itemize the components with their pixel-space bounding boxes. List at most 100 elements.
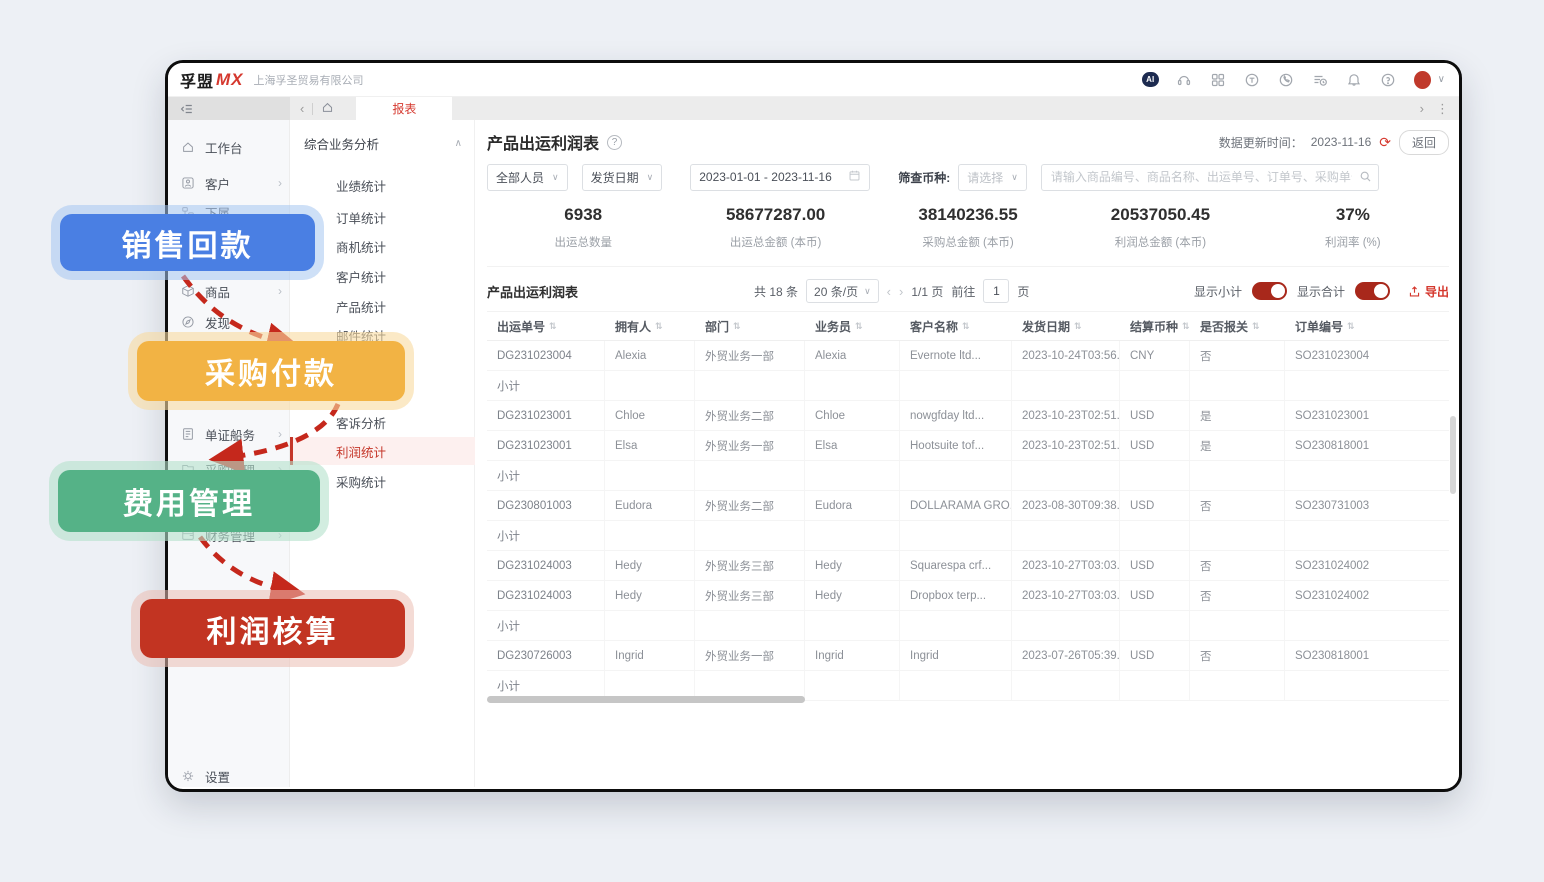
table-row: DG230801003Eudora外贸业务二部EudoraDOLLARAMA G… bbox=[487, 491, 1449, 521]
cell: 否 bbox=[1190, 581, 1285, 610]
horizontal-scrollbar[interactable] bbox=[487, 696, 805, 703]
subtotal-row: 小计 bbox=[487, 461, 1449, 491]
sidebar-item-6[interactable]: 单证船务› bbox=[168, 420, 290, 448]
cell: 是 bbox=[1190, 431, 1285, 460]
submenu-item-2[interactable]: 订单统计 bbox=[290, 203, 475, 231]
chevron-down-icon[interactable]: ∨ bbox=[1438, 74, 1445, 85]
headset-icon[interactable] bbox=[1176, 71, 1193, 88]
cell bbox=[695, 371, 805, 400]
tab-back-icon[interactable]: ‹ bbox=[300, 101, 304, 116]
cell: SO231024002 bbox=[1285, 581, 1449, 610]
cell: SO230818001 bbox=[1285, 431, 1449, 460]
cell bbox=[1285, 671, 1449, 700]
column-header[interactable]: 发货日期⇅ bbox=[1012, 312, 1120, 340]
translate-icon[interactable] bbox=[1244, 71, 1261, 88]
sort-icon[interactable]: ⇅ bbox=[1182, 321, 1190, 332]
cell: SO231023004 bbox=[1285, 341, 1449, 370]
stat-value: 58677287.00 bbox=[679, 205, 871, 225]
column-header[interactable]: 客户名称⇅ bbox=[900, 312, 1012, 340]
stat-block-3: 38140236.55采购总金额 (本币) bbox=[872, 205, 1064, 250]
sort-icon[interactable]: ⇅ bbox=[1074, 321, 1082, 332]
column-header[interactable]: 结算币种⇅ bbox=[1120, 312, 1190, 340]
cell: 小计 bbox=[487, 461, 605, 490]
apps-grid-icon[interactable] bbox=[1210, 71, 1227, 88]
sidebar-item-4[interactable]: 商品› bbox=[168, 277, 290, 305]
submenu-item-4[interactable]: 客户统计 bbox=[290, 262, 475, 290]
cell: DG231023001 bbox=[487, 401, 605, 430]
column-header[interactable]: 部门⇅ bbox=[695, 312, 805, 340]
help-circle-icon[interactable] bbox=[1380, 71, 1397, 88]
cell: 外贸业务一部 bbox=[695, 431, 805, 460]
submenu-item-3[interactable]: 商机统计 bbox=[290, 232, 475, 260]
column-header[interactable]: 是否报关⇅ bbox=[1190, 312, 1285, 340]
cell bbox=[1190, 611, 1285, 640]
sort-icon[interactable]: ⇅ bbox=[962, 321, 970, 332]
vertical-scrollbar[interactable] bbox=[1450, 416, 1456, 494]
collapse-sidebar-button[interactable] bbox=[168, 97, 290, 120]
table-header-row: 出运单号⇅拥有人⇅部门⇅业务员⇅客户名称⇅发货日期⇅结算币种⇅是否报关⇅订单编号… bbox=[487, 311, 1449, 341]
cell bbox=[805, 371, 900, 400]
person-filter-select[interactable]: 全部人员∨ bbox=[487, 164, 568, 191]
stat-block-5: 37%利润率 (%) bbox=[1257, 205, 1449, 250]
sidebar-item-5[interactable]: 发现 bbox=[168, 308, 290, 336]
ai-assistant-icon[interactable]: AI bbox=[1142, 71, 1159, 88]
next-page-icon[interactable]: › bbox=[899, 284, 903, 299]
refresh-icon[interactable]: ⟳ bbox=[1379, 134, 1391, 151]
submenu-item-5[interactable]: 产品统计 bbox=[290, 292, 475, 320]
page-size-select[interactable]: 20 条/页∨ bbox=[806, 279, 879, 303]
submenu-panel: 综合业务分析 ∧ 业绩统计订单统计商机统计客户统计产品统计邮件统计客诉分析利润统… bbox=[290, 120, 475, 787]
cell bbox=[1012, 461, 1120, 490]
search-input[interactable] bbox=[1041, 164, 1379, 191]
cell: 2023-10-24T03:56... bbox=[1012, 341, 1120, 370]
sort-icon[interactable]: ⇅ bbox=[1347, 321, 1355, 332]
cell: 外贸业务二部 bbox=[695, 491, 805, 520]
tabbar: ‹ 报表 › ⋮ bbox=[168, 96, 1459, 120]
show-total-label: 显示合计 bbox=[1297, 283, 1345, 300]
cell: 2023-10-23T02:51... bbox=[1012, 401, 1120, 430]
submenu-group-header[interactable]: 综合业务分析 ∧ bbox=[304, 134, 462, 153]
date-range-picker[interactable]: 2023-01-01 - 2023-11-16 bbox=[690, 164, 870, 191]
help-icon[interactable]: ? bbox=[607, 135, 622, 150]
show-total-toggle[interactable] bbox=[1355, 282, 1390, 300]
export-button[interactable]: 导出 bbox=[1408, 283, 1449, 300]
tab-reports[interactable]: 报表 bbox=[356, 97, 452, 120]
prev-page-icon[interactable]: ‹ bbox=[887, 284, 891, 299]
tab-more-icon[interactable]: ⋮ bbox=[1436, 101, 1449, 117]
phone-icon[interactable] bbox=[1278, 71, 1295, 88]
submenu-item-8[interactable]: 利润统计 bbox=[290, 437, 475, 465]
user-avatar[interactable] bbox=[1414, 71, 1431, 88]
currency-select[interactable]: 请选择∨ bbox=[958, 164, 1027, 191]
show-subtotal-toggle[interactable] bbox=[1252, 282, 1287, 300]
goto-page-input[interactable] bbox=[983, 279, 1009, 303]
cell: USD bbox=[1120, 491, 1190, 520]
sidebar-item-2[interactable]: 客户› bbox=[168, 169, 290, 197]
column-header[interactable]: 出运单号⇅ bbox=[487, 312, 605, 340]
tab-forward-icon[interactable]: › bbox=[1420, 101, 1424, 116]
cell: Ingrid bbox=[605, 641, 695, 670]
date-type-select[interactable]: 发货日期∨ bbox=[582, 164, 663, 191]
sort-icon[interactable]: ⇅ bbox=[655, 321, 663, 332]
cell: Elsa bbox=[805, 431, 900, 460]
cell bbox=[900, 521, 1012, 550]
task-history-icon[interactable] bbox=[1312, 71, 1329, 88]
sidebar-item-settings[interactable]: 设置 bbox=[168, 762, 290, 790]
sort-icon[interactable]: ⇅ bbox=[549, 321, 557, 332]
submenu-item-1[interactable]: 业绩统计 bbox=[290, 171, 475, 199]
sort-icon[interactable]: ⇅ bbox=[1252, 321, 1260, 332]
tab-home-icon[interactable] bbox=[321, 101, 334, 117]
sort-icon[interactable]: ⇅ bbox=[733, 321, 741, 332]
sort-icon[interactable]: ⇅ bbox=[855, 321, 863, 332]
column-header[interactable]: 业务员⇅ bbox=[805, 312, 900, 340]
back-button[interactable]: 返回 bbox=[1399, 130, 1449, 155]
column-header[interactable]: 订单编号⇅ bbox=[1285, 312, 1449, 340]
bell-icon[interactable] bbox=[1346, 71, 1363, 88]
submenu-item-7[interactable]: 客诉分析 bbox=[290, 408, 475, 436]
cell: Ingrid bbox=[805, 641, 900, 670]
stat-value: 20537050.45 bbox=[1064, 205, 1256, 225]
sidebar-item-1[interactable]: 工作台 bbox=[168, 133, 290, 161]
cell: DG231023001 bbox=[487, 431, 605, 460]
cell bbox=[900, 671, 1012, 700]
column-header[interactable]: 拥有人⇅ bbox=[605, 312, 695, 340]
cell bbox=[605, 521, 695, 550]
cell: Hedy bbox=[605, 551, 695, 580]
